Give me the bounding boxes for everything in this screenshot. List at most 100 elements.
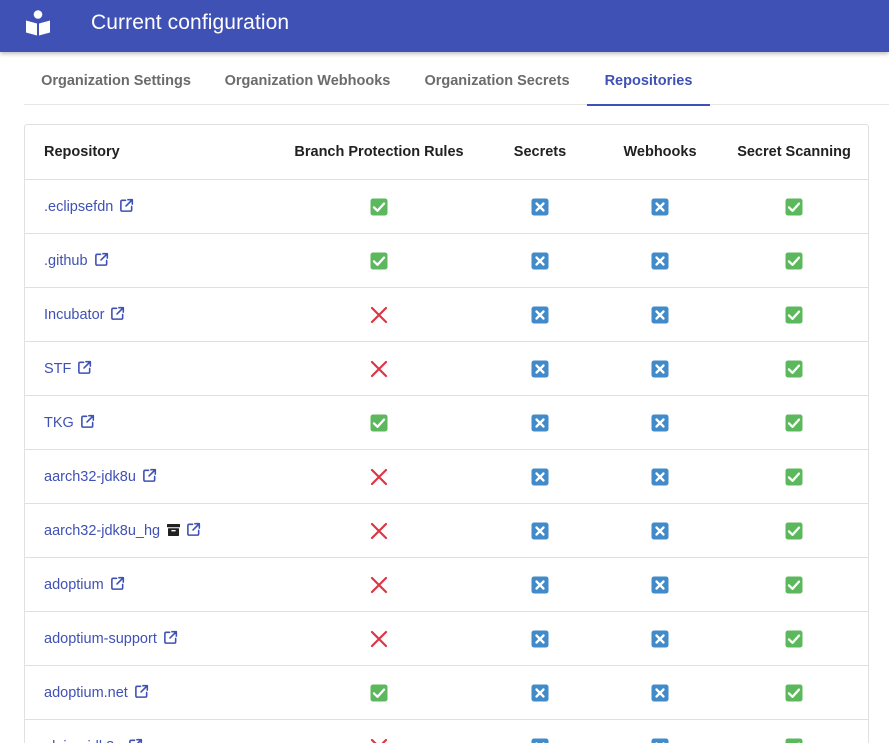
- repository-link[interactable]: alpine-jdk8u: [44, 720, 143, 743]
- check-icon: [785, 306, 803, 324]
- repository-name: alpine-jdk8u: [44, 738, 122, 743]
- external-link-icon: [120, 198, 134, 212]
- table-row: STF: [25, 342, 868, 396]
- x-box-icon: [531, 576, 549, 594]
- cross-icon: [370, 630, 388, 648]
- archive-icon: [167, 524, 181, 536]
- x-box-icon: [651, 738, 669, 743]
- cross-icon: [370, 360, 388, 378]
- check-icon: [785, 522, 803, 540]
- repository-name: .eclipsefdn: [44, 199, 114, 215]
- table-row: Incubator: [25, 288, 868, 342]
- x-box-icon: [531, 414, 549, 432]
- x-box-icon: [651, 684, 669, 702]
- column-header-repository: Repository: [44, 144, 120, 160]
- check-icon: [785, 414, 803, 432]
- repository-name: TKG: [44, 415, 74, 431]
- cross-icon: [370, 468, 388, 486]
- repository-name: .github: [44, 253, 88, 269]
- repositories-table: Repository Branch Protection Rules Secre…: [24, 124, 869, 743]
- column-header-secrets: Secrets: [513, 144, 567, 160]
- tab-organization-secrets[interactable]: Organization Secrets: [407, 52, 587, 105]
- check-icon: [785, 468, 803, 486]
- external-link-icon: [163, 630, 177, 644]
- external-link-icon: [78, 360, 92, 374]
- repository-link[interactable]: TKG: [44, 396, 95, 450]
- x-box-icon: [531, 360, 549, 378]
- tab-bar: Organization Settings Organization Webho…: [24, 52, 889, 106]
- check-icon: [785, 252, 803, 270]
- cross-icon: [370, 738, 388, 743]
- repository-name: aarch32-jdk8u: [44, 469, 136, 485]
- tab-organization-settings[interactable]: Organization Settings: [24, 52, 208, 105]
- external-link-icon: [111, 306, 125, 320]
- table-row: adoptium-support: [25, 612, 868, 666]
- x-box-icon: [651, 468, 669, 486]
- external-link-icon: [134, 684, 148, 698]
- table-row: .eclipsefdn: [25, 180, 868, 234]
- check-icon: [785, 360, 803, 378]
- check-icon: [785, 630, 803, 648]
- repository-link[interactable]: adoptium: [44, 558, 125, 612]
- repository-link[interactable]: aarch32-jdk8u_hg: [44, 504, 201, 558]
- repository-name: adoptium-support: [44, 631, 157, 647]
- repository-link[interactable]: .github: [44, 234, 109, 288]
- repository-name: aarch32-jdk8u_hg: [44, 523, 161, 539]
- table-row: aarch32-jdk8u_hg: [25, 504, 868, 558]
- check-icon: [785, 684, 803, 702]
- external-link-icon: [110, 576, 124, 590]
- table-row: TKG: [25, 396, 868, 450]
- repository-name: Incubator: [44, 307, 105, 323]
- x-box-icon: [651, 630, 669, 648]
- cross-icon: [370, 306, 388, 324]
- repository-link[interactable]: adoptium.net: [44, 666, 149, 720]
- cross-icon: [370, 522, 388, 540]
- repository-name: adoptium: [44, 577, 104, 593]
- x-box-icon: [531, 738, 549, 743]
- repository-link[interactable]: adoptium-support: [44, 612, 178, 666]
- column-header-branch-protection: Branch Protection Rules: [294, 144, 464, 160]
- x-box-icon: [651, 522, 669, 540]
- tab-repositories[interactable]: Repositories: [587, 52, 710, 106]
- check-icon: [785, 198, 803, 216]
- table-row: adoptium.net: [25, 666, 868, 720]
- repository-link[interactable]: Incubator: [44, 288, 125, 342]
- table-row: alpine-jdk8u: [25, 720, 868, 743]
- repository-link[interactable]: STF: [44, 342, 92, 396]
- book-reader-icon: [26, 10, 50, 36]
- tab-organization-webhooks[interactable]: Organization Webhooks: [208, 52, 407, 105]
- x-box-icon: [651, 414, 669, 432]
- x-box-icon: [531, 468, 549, 486]
- repository-link[interactable]: .eclipsefdn: [44, 180, 134, 234]
- table-row: aarch32-jdk8u: [25, 450, 868, 504]
- external-link-icon: [129, 738, 143, 743]
- x-box-icon: [651, 360, 669, 378]
- external-link-icon: [142, 468, 157, 482]
- external-link-icon: [80, 414, 94, 428]
- table-row: adoptium: [25, 558, 868, 612]
- x-box-icon: [651, 306, 669, 324]
- repository-link[interactable]: aarch32-jdk8u: [44, 450, 157, 504]
- check-icon: [785, 738, 803, 743]
- cross-icon: [370, 576, 388, 594]
- x-box-icon: [531, 252, 549, 270]
- check-icon: [370, 684, 388, 702]
- external-link-icon: [187, 522, 201, 536]
- x-box-icon: [531, 306, 549, 324]
- x-box-icon: [531, 684, 549, 702]
- x-box-icon: [531, 198, 549, 216]
- x-box-icon: [531, 630, 549, 648]
- repository-name: STF: [44, 361, 72, 377]
- repository-name: adoptium.net: [44, 685, 128, 701]
- column-header-secret-scanning: Secret Scanning: [737, 144, 851, 160]
- x-box-icon: [651, 198, 669, 216]
- column-header-webhooks: Webhooks: [623, 144, 697, 160]
- check-icon: [370, 198, 388, 216]
- check-icon: [370, 414, 388, 432]
- check-icon: [370, 252, 388, 270]
- x-box-icon: [651, 252, 669, 270]
- external-link-icon: [94, 252, 108, 266]
- check-icon: [785, 576, 803, 594]
- table-header: Repository Branch Protection Rules Secre…: [25, 125, 868, 180]
- page-title: Current configuration: [91, 11, 290, 34]
